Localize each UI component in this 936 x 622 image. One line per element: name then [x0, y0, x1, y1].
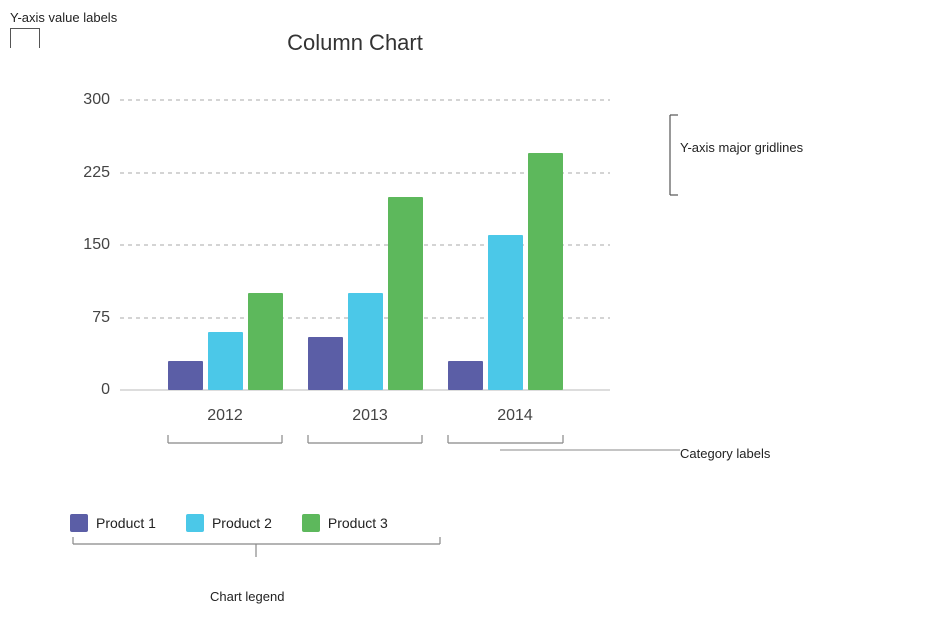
- svg-text:0: 0: [101, 381, 110, 398]
- category-labels-line: [500, 440, 685, 460]
- chart-legend-annotation: Chart legend: [210, 589, 284, 604]
- gridlines-bracket-svg: [650, 110, 680, 200]
- legend-label-product1: Product 1: [96, 515, 156, 531]
- svg-text:225: 225: [83, 164, 110, 181]
- y-axis-annotation: Y-axis value labels: [10, 10, 117, 25]
- svg-text:2013: 2013: [352, 407, 388, 424]
- svg-text:75: 75: [92, 309, 110, 326]
- chart-legend: Product 1 Product 2 Product 3: [70, 514, 388, 532]
- category-labels-annotation: Category labels: [680, 446, 770, 461]
- legend-color-product1: [70, 514, 88, 532]
- legend-label-product3: Product 3: [328, 515, 388, 531]
- svg-text:150: 150: [83, 236, 110, 253]
- legend-color-product3: [302, 514, 320, 532]
- legend-label-product2: Product 2: [212, 515, 272, 531]
- page-container: Y-axis value labels Column Chart 300 225…: [0, 0, 936, 622]
- y-axis-annotation-text: Y-axis value labels: [10, 10, 117, 25]
- gridlines-annotation: Y-axis major gridlines: [680, 140, 803, 155]
- svg-text:2014: 2014: [497, 407, 533, 424]
- legend-item-product3: Product 3: [302, 514, 388, 532]
- chart-title: Column Chart: [80, 30, 630, 56]
- legend-bracket-svg: [68, 532, 448, 572]
- y-axis-bracket: [10, 28, 40, 48]
- chart-svg: 300 225 150 75 0 2012 2013 2014: [60, 60, 650, 470]
- svg-text:2012: 2012: [207, 407, 243, 424]
- legend-color-product2: [186, 514, 204, 532]
- legend-item-product1: Product 1: [70, 514, 156, 532]
- legend-item-product2: Product 2: [186, 514, 272, 532]
- svg-text:300: 300: [83, 91, 110, 108]
